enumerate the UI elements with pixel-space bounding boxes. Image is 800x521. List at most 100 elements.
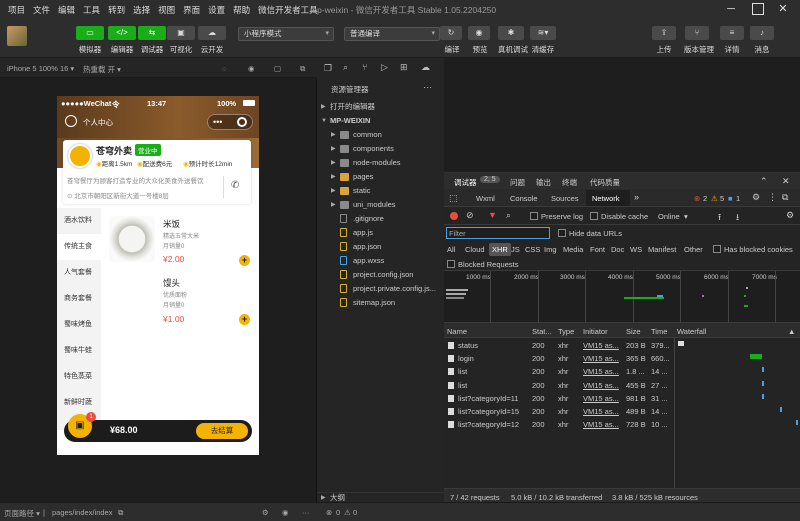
page-path-select[interactable]: 页面路径 ▾ xyxy=(4,508,40,519)
request-initiator[interactable]: VM15 as... xyxy=(583,341,623,350)
add-dish-button[interactable]: + xyxy=(239,314,250,325)
dish-image[interactable] xyxy=(109,216,155,262)
clear-icon[interactable]: ⊘ xyxy=(466,210,474,221)
category-item[interactable]: 商务套餐 xyxy=(57,286,101,312)
upload-icon[interactable]: ⭱ xyxy=(718,210,721,226)
eye-icon[interactable]: ◉ xyxy=(282,508,289,517)
category-item[interactable]: 蜀味牛蛙 xyxy=(57,338,101,364)
device-select[interactable]: iPhone 5 100% 16 ▾ xyxy=(7,64,74,73)
search-icon[interactable]: ⌕ xyxy=(343,62,348,73)
hide-data-urls-checkbox[interactable] xyxy=(558,229,566,237)
menu-item-project[interactable]: 项目 xyxy=(8,4,25,16)
folder-item[interactable]: ▶ common xyxy=(317,128,445,142)
category-item[interactable]: 蜀味烤鱼 xyxy=(57,312,101,338)
mode-select[interactable]: 小程序模式 ▾ xyxy=(238,27,334,41)
tab-code-quality[interactable]: 代码质量 xyxy=(590,177,620,188)
column-waterfall[interactable]: Waterfall xyxy=(677,327,706,336)
type-filter-other[interactable]: Other xyxy=(684,245,703,254)
close-mini-icon[interactable] xyxy=(237,117,247,127)
file-item[interactable]: app.json xyxy=(317,240,445,254)
category-item[interactable]: 新鲜时蔬 xyxy=(57,390,101,416)
debugger-icon[interactable]: ⇆ xyxy=(138,26,166,40)
debug-icon[interactable]: ▷ xyxy=(381,62,388,73)
type-filter-doc[interactable]: Doc xyxy=(611,245,624,254)
rotate-icon[interactable]: ◌ xyxy=(222,64,226,73)
inspect-icon[interactable]: ⬚ xyxy=(449,193,458,204)
version-button[interactable]: 版本管理 xyxy=(679,44,719,55)
type-filter-cloud[interactable]: Cloud xyxy=(465,245,485,254)
more-icon[interactable]: ··· xyxy=(423,82,432,92)
table-row[interactable]: list 200 xhr VM15 as... 455 B 27 ... xyxy=(444,379,800,392)
record-icon[interactable] xyxy=(450,212,458,220)
menu-item-select[interactable]: 选择 xyxy=(133,4,150,16)
tab-output[interactable]: 输出 xyxy=(536,177,551,188)
disable-cache-checkbox[interactable] xyxy=(590,212,598,220)
blocked-cookies-checkbox[interactable] xyxy=(713,245,721,253)
menu-item-file[interactable]: 文件 xyxy=(33,4,50,16)
request-initiator[interactable]: VM15 as... xyxy=(583,420,623,429)
menu-item-devtools[interactable]: 微信开发者工具 xyxy=(258,4,318,16)
category-item[interactable]: 酒水饮料 xyxy=(57,208,101,234)
status-error-count[interactable]: 0 xyxy=(336,508,340,517)
details-icon[interactable]: ≡ xyxy=(720,26,744,40)
phone-call-icon[interactable]: ✆ xyxy=(231,180,239,191)
table-row[interactable]: list?categoryId=15 200 xhr VM15 as... 489 B 1… xyxy=(444,405,800,418)
column-name[interactable]: Name xyxy=(447,327,467,336)
table-row[interactable]: status 200 xhr VM15 as... 203 B 379... xyxy=(444,339,800,352)
compile-select[interactable]: 普通编译 ▾ xyxy=(344,27,440,41)
type-filter-ws[interactable]: WS xyxy=(630,245,642,254)
preserve-log-checkbox[interactable] xyxy=(530,212,538,220)
editor-icon[interactable]: </> xyxy=(108,26,136,40)
tab-sources[interactable]: Sources xyxy=(551,194,579,203)
simulator-button[interactable]: 模拟器 xyxy=(72,44,108,55)
menu-item-view[interactable]: 视图 xyxy=(158,4,175,16)
collapse-icon[interactable]: ⌃ xyxy=(760,176,768,187)
copy-icon[interactable]: ⧉ xyxy=(118,508,123,518)
cloud-dev-button[interactable]: 云开发 xyxy=(194,44,230,55)
remote-debug-icon[interactable]: ✱ xyxy=(498,26,524,40)
folder-item[interactable]: ▶ pages xyxy=(317,170,445,184)
table-row[interactable]: login 200 xhr VM15 as... 365 B 660... xyxy=(444,352,800,365)
user-center-link[interactable]: 个人中心 xyxy=(83,117,113,128)
detach-icon[interactable]: ⧉ xyxy=(300,64,305,74)
type-filter-media[interactable]: Media xyxy=(563,245,583,254)
table-row[interactable]: list 200 xhr VM15 as... 1.8 ... 14 ... xyxy=(444,365,800,378)
file-item[interactable]: project.config.json xyxy=(317,268,445,282)
cloud-icon[interactable]: ☁ xyxy=(198,26,226,40)
messages-button[interactable]: 消息 xyxy=(744,44,780,55)
blocked-requests-checkbox[interactable] xyxy=(447,260,455,268)
tab-console[interactable]: Console xyxy=(510,194,538,203)
category-item[interactable]: 人气套餐 xyxy=(57,260,101,286)
visual-icon[interactable]: ▣ xyxy=(167,26,195,40)
menu-item-settings[interactable]: 设置 xyxy=(208,4,225,16)
minimize-icon[interactable]: ─ xyxy=(724,2,738,16)
request-initiator[interactable]: VM15 as... xyxy=(583,354,623,363)
close-icon[interactable]: ✕ xyxy=(782,176,790,187)
file-item[interactable]: project.private.config.js... xyxy=(317,282,445,296)
request-initiator[interactable]: VM15 as... xyxy=(583,394,623,403)
type-filter-font[interactable]: Font xyxy=(590,245,605,254)
folder-item[interactable]: ▶ uni_modules xyxy=(317,198,445,212)
column-initiator[interactable]: Initiator xyxy=(583,327,608,336)
menu-item-help[interactable]: 帮助 xyxy=(233,4,250,16)
column-status[interactable]: Stat... xyxy=(532,327,552,336)
project-section[interactable]: ▼ MP-WEIXIN xyxy=(317,114,445,128)
file-item[interactable]: .gitignore xyxy=(317,212,445,226)
home-icon[interactable]: ▢ xyxy=(274,64,281,73)
table-row[interactable]: list?categoryId=11 200 xhr VM15 as... 981 B 3… xyxy=(444,392,800,405)
preview-icon[interactable]: ◉ xyxy=(468,26,490,40)
filter-input[interactable]: Filter xyxy=(446,227,550,239)
outline-section[interactable]: ▶ 大纲 xyxy=(317,492,445,502)
avatar[interactable] xyxy=(7,26,27,46)
add-dish-button[interactable]: + xyxy=(239,255,250,266)
status-warning-count[interactable]: 0 xyxy=(353,508,357,517)
menu-item-tools[interactable]: 工具 xyxy=(83,4,100,16)
menu-item-edit[interactable]: 编辑 xyxy=(58,4,75,16)
git-icon[interactable]: ⑂ xyxy=(362,62,367,72)
request-initiator[interactable]: VM15 as... xyxy=(583,407,623,416)
open-editors-section[interactable]: ▶ 打开的编辑器 xyxy=(317,100,445,114)
warning-count[interactable]: 5 xyxy=(720,194,724,203)
request-initiator[interactable]: VM15 as... xyxy=(583,367,623,376)
menu-item-goto[interactable]: 转到 xyxy=(108,4,125,16)
type-filter-xhr[interactable]: XHR xyxy=(489,243,511,256)
